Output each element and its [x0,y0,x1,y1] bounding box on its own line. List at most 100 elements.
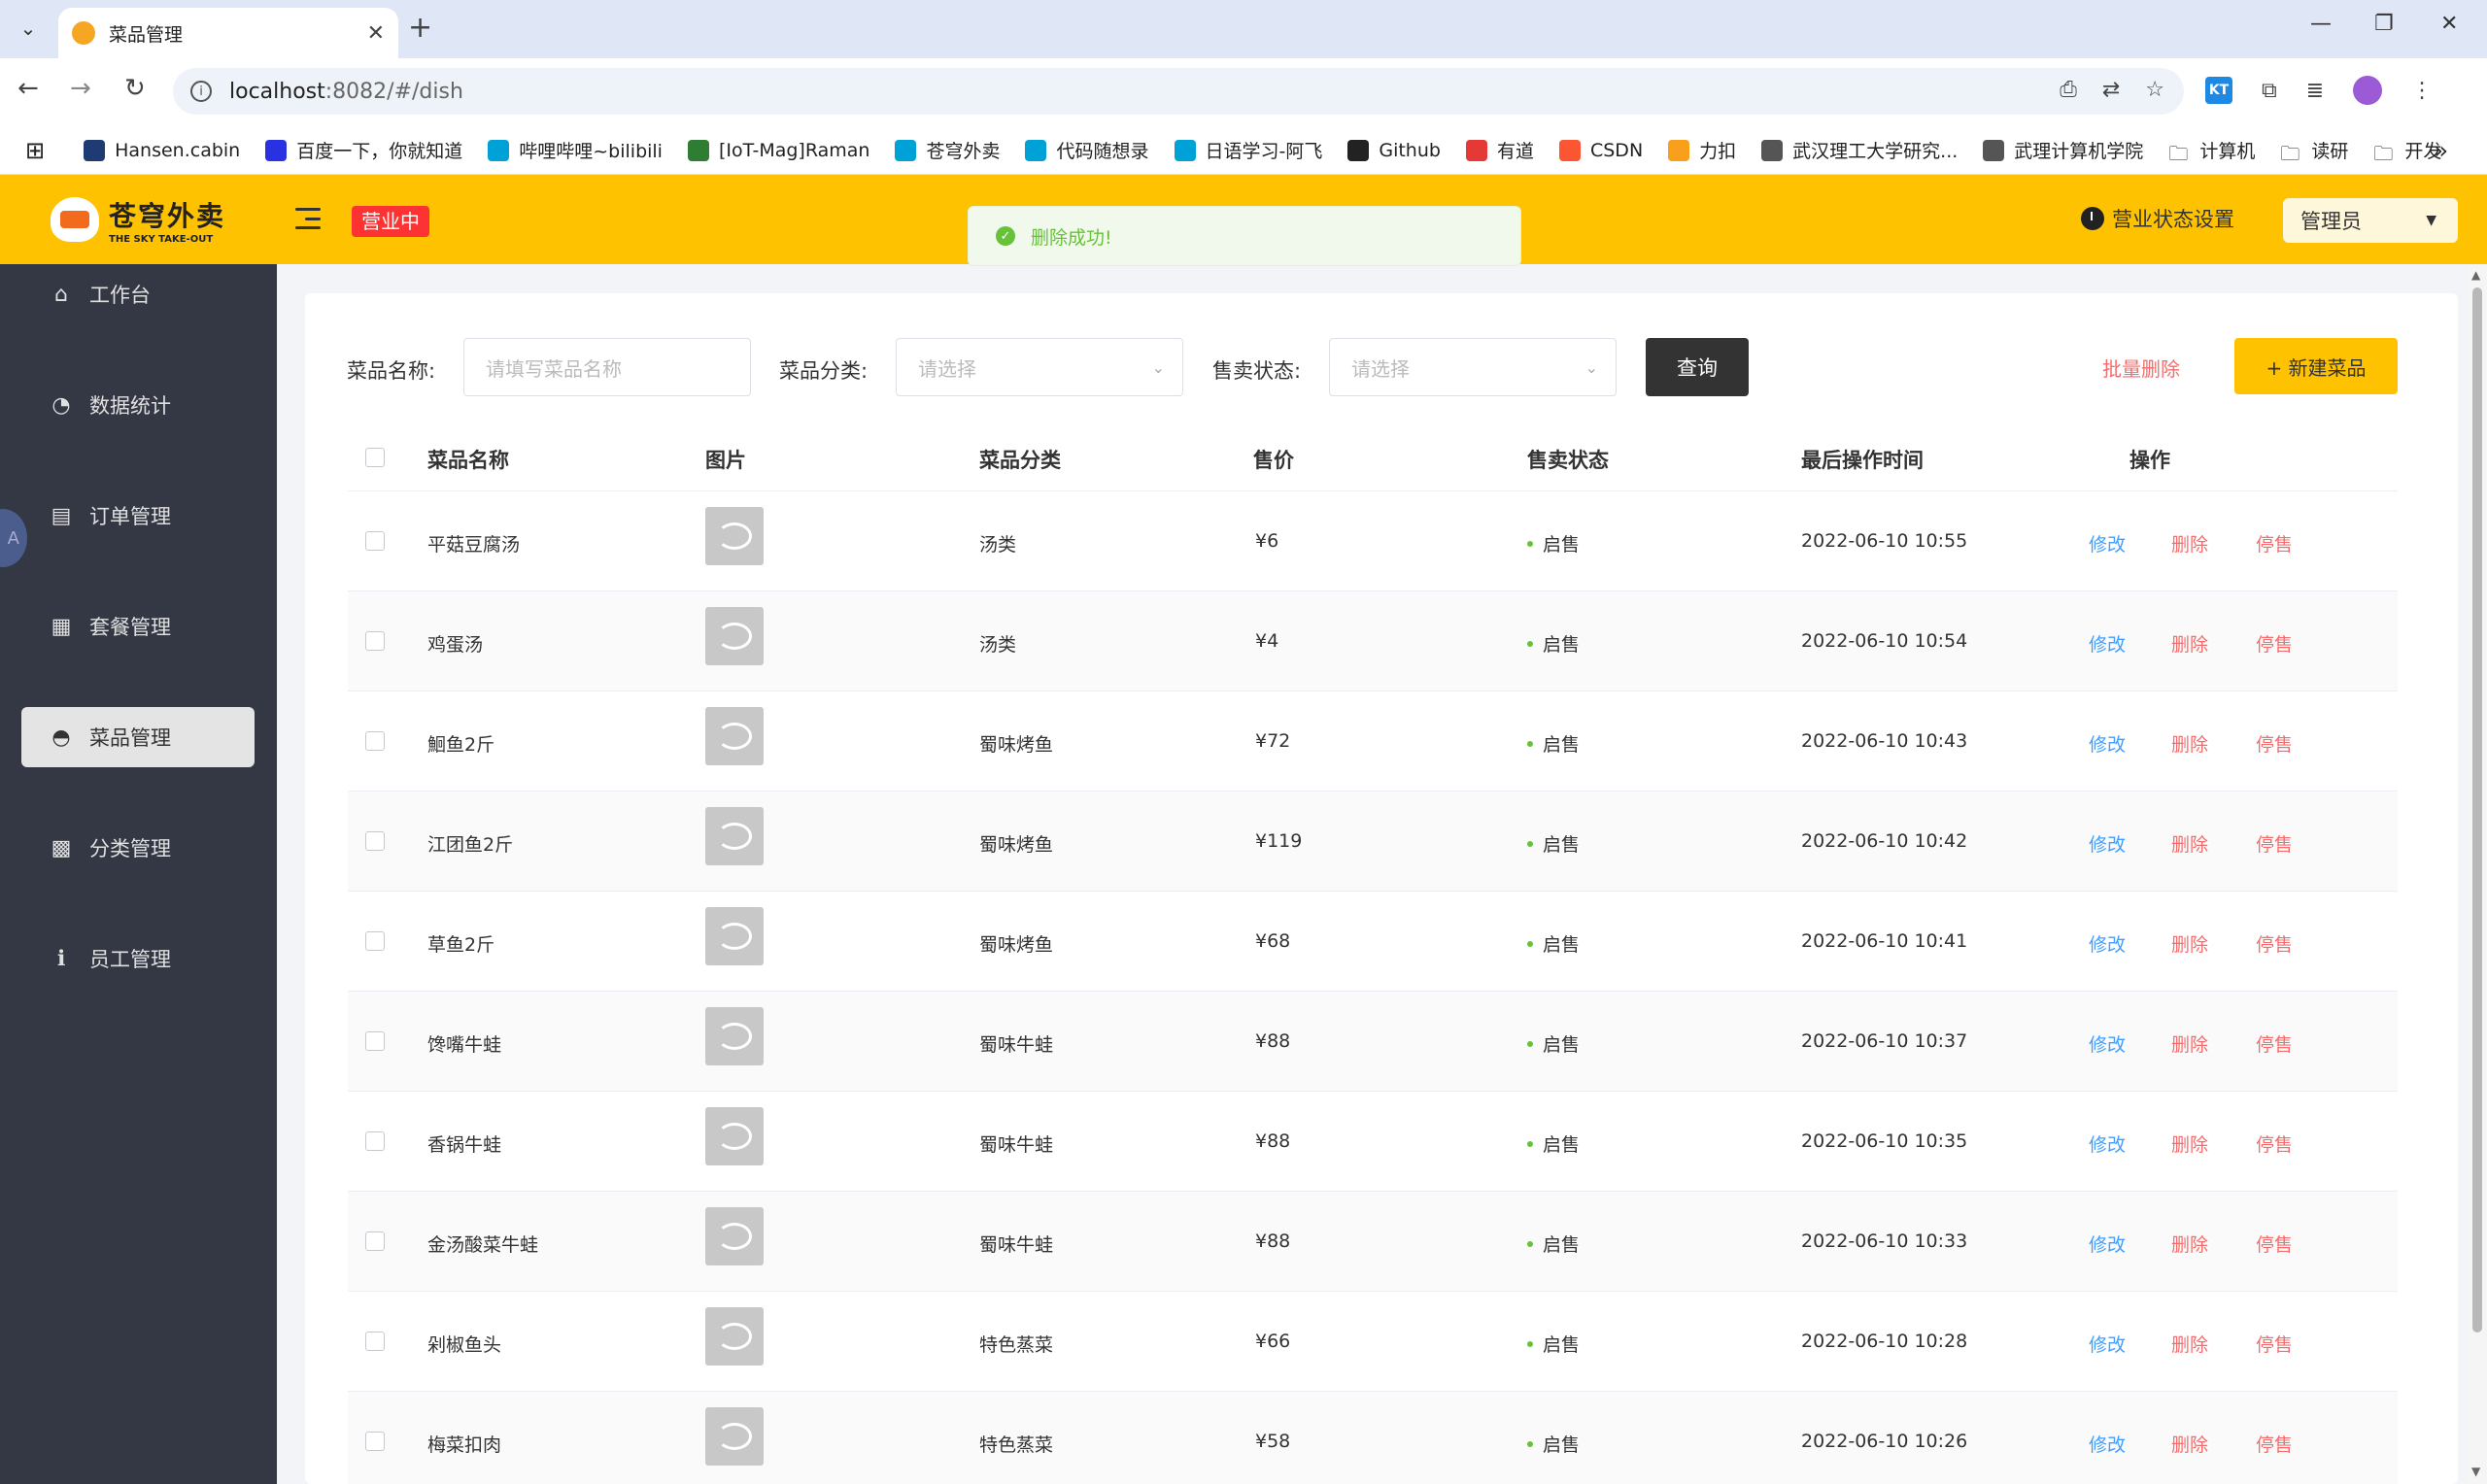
bookmark-item[interactable]: 🗀 开发 [2373,137,2441,165]
bookmark-item[interactable]: 武理计算机学院 [1983,137,2143,163]
row-checkbox[interactable] [365,631,385,651]
delete-button[interactable]: 删除 [2171,730,2208,757]
edit-button[interactable]: 修改 [2089,730,2126,757]
bookmark-star-icon[interactable]: ☆ [2145,78,2164,102]
stop-sale-button[interactable]: 停售 [2256,930,2293,957]
minimize-icon[interactable]: — [2310,12,2332,36]
edit-button[interactable]: 修改 [2089,1130,2126,1157]
row-checkbox[interactable] [365,831,385,851]
scroll-up-icon[interactable]: ▲ [2471,268,2480,282]
sidebar-item-4[interactable]: ◓ 菜品管理 [21,707,255,767]
row-checkbox[interactable] [365,1231,385,1251]
install-app-icon[interactable]: ⎙ [2060,78,2077,102]
reload-icon[interactable]: ↻ [124,74,146,103]
bookmark-item[interactable]: 力扣 [1668,137,1736,163]
sidebar-item-0[interactable]: ⌂ 工作台 [21,264,255,324]
row-checkbox[interactable] [365,1432,385,1451]
extensions-icon[interactable]: ⧉ [2262,79,2277,103]
sidebar-item-2[interactable]: ▤ 订单管理 [21,486,255,546]
delete-button[interactable]: 删除 [2171,1030,2208,1057]
edit-button[interactable]: 修改 [2089,530,2126,556]
user-dropdown[interactable]: 管理员 ▼ [2283,198,2458,243]
edit-button[interactable]: 修改 [2089,630,2126,657]
bookmark-item[interactable]: CSDN [1558,139,1643,161]
row-checkbox[interactable] [365,531,385,551]
row-checkbox[interactable] [365,1131,385,1151]
bookmark-item[interactable]: 有道 [1465,137,1534,163]
edit-button[interactable]: 修改 [2089,930,2126,957]
profile-avatar[interactable] [2353,76,2383,105]
edit-button[interactable]: 修改 [2089,1331,2126,1357]
delete-button[interactable]: 删除 [2171,530,2208,556]
bookmark-item[interactable]: 哔哩哔哩~bilibili [488,137,663,163]
delete-button[interactable]: 删除 [2171,1231,2208,1257]
edit-button[interactable]: 修改 [2089,1030,2126,1057]
dish-name-input[interactable]: 请填写菜品名称 [463,338,751,396]
edit-button[interactable]: 修改 [2089,830,2126,857]
close-window-icon[interactable]: ✕ [2440,12,2458,36]
delete-button[interactable]: 删除 [2171,1331,2208,1357]
tab-search-button[interactable]: ⌄ [12,12,45,45]
bookmark-item[interactable]: 代码随想录 [1025,137,1149,163]
row-checkbox[interactable] [365,731,385,751]
bookmark-item[interactable]: Github [1347,139,1441,161]
batch-delete-button[interactable]: 批量删除 [2102,354,2180,382]
close-tab-icon[interactable]: ✕ [367,21,385,46]
stop-sale-button[interactable]: 停售 [2256,1431,2293,1457]
translate-icon[interactable]: ⇄ [2102,78,2120,102]
bookmark-item[interactable]: 日语学习-阿飞 [1174,137,1322,163]
page-scrollbar[interactable]: ▲ ▼ [2468,264,2487,1484]
scroll-thumb[interactable] [2472,287,2482,1332]
edit-button[interactable]: 修改 [2089,1431,2126,1457]
browser-menu-icon[interactable]: ⋮ [2411,79,2433,103]
row-checkbox[interactable] [365,1031,385,1051]
sale-status-select[interactable]: 请选择 ⌄ [1329,338,1617,396]
stop-sale-button[interactable]: 停售 [2256,730,2293,757]
reading-list-icon[interactable]: ≣ [2306,79,2324,103]
url-bar[interactable]: i localhost:8082/#/dish ⎙ ⇄ ☆ [173,68,2184,115]
sidebar-item-1[interactable]: ◔ 数据统计 [21,375,255,435]
bookmark-item[interactable]: 🗀 计算机 [2168,137,2255,165]
select-all-checkbox[interactable] [365,448,385,467]
bookmark-item[interactable]: 武汉理工大学研究... [1761,137,1958,163]
row-checkbox[interactable] [365,1332,385,1351]
delete-button[interactable]: 删除 [2171,1130,2208,1157]
stop-sale-button[interactable]: 停售 [2256,1130,2293,1157]
menu-toggle-icon[interactable] [295,208,321,229]
forward-icon[interactable]: → [70,74,91,103]
sidebar-item-3[interactable]: ▦ 套餐管理 [21,596,255,657]
stop-sale-button[interactable]: 停售 [2256,530,2293,556]
delete-button[interactable]: 删除 [2171,830,2208,857]
delete-button[interactable]: 删除 [2171,1431,2208,1457]
row-checkbox[interactable] [365,931,385,951]
bookmark-item[interactable]: 🗀 读研 [2280,137,2348,165]
restore-icon[interactable]: ❐ [2374,12,2394,36]
back-icon[interactable]: ← [17,74,39,103]
bookmark-item[interactable]: [IoT-Mag]Raman [687,139,869,161]
category-select[interactable]: 请选择 ⌄ [896,338,1183,396]
bookmark-item[interactable]: Hansen.cabin [84,139,240,161]
new-tab-button[interactable]: + [408,12,432,45]
stop-sale-button[interactable]: 停售 [2256,630,2293,657]
bookmark-item[interactable]: 苍穹外卖 [895,137,1000,163]
new-dish-button[interactable]: + 新建菜品 [2234,338,2398,394]
browser-tab[interactable]: 菜品管理 ✕ [58,8,398,58]
sidebar-item-6[interactable]: ℹ 员工管理 [21,928,255,989]
stop-sale-button[interactable]: 停售 [2256,1231,2293,1257]
scroll-down-icon[interactable]: ▼ [2471,1465,2480,1478]
sidebar-item-5[interactable]: ▩ 分类管理 [21,818,255,878]
delete-button[interactable]: 删除 [2171,930,2208,957]
edit-button[interactable]: 修改 [2089,1231,2126,1257]
bookmark-item[interactable]: 百度一下，你就知道 [265,137,462,163]
more-bookmarks-icon[interactable]: » [2434,137,2448,164]
apps-grid-icon[interactable]: ⊞ [25,137,45,164]
stop-sale-button[interactable]: 停售 [2256,1030,2293,1057]
query-button[interactable]: 查询 [1646,338,1749,396]
business-status-setting[interactable]: 营业状态设置 [2081,204,2234,233]
status-dot-icon [1527,1040,1533,1047]
kt-extension-icon[interactable]: KT [2205,77,2232,104]
stop-sale-button[interactable]: 停售 [2256,830,2293,857]
site-info-icon[interactable]: i [190,81,212,102]
delete-button[interactable]: 删除 [2171,630,2208,657]
stop-sale-button[interactable]: 停售 [2256,1331,2293,1357]
